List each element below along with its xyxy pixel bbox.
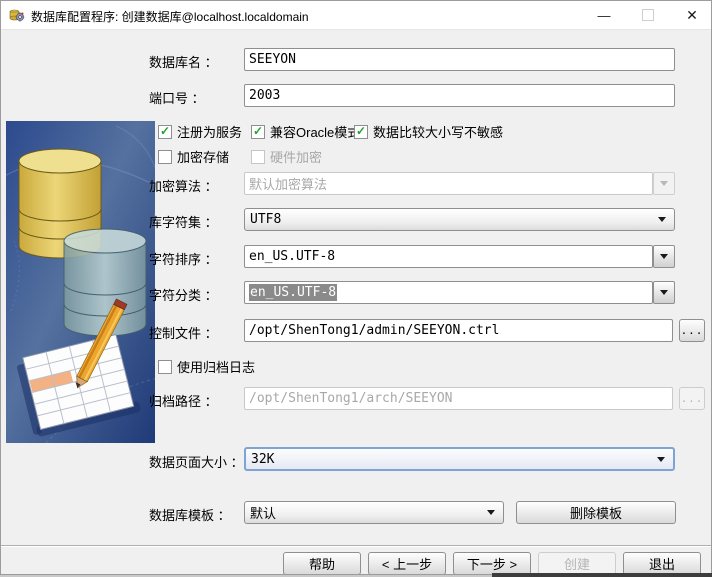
exit-button[interactable]: 退出 bbox=[623, 552, 701, 575]
next-step-label: 下一步 > bbox=[467, 554, 517, 573]
delete-template-label: 删除模板 bbox=[570, 503, 622, 522]
minimize-button[interactable]: — bbox=[583, 1, 625, 29]
page-size-value: 32K bbox=[251, 452, 274, 467]
exit-label: 退出 bbox=[649, 554, 675, 573]
ctype-label: 字符分类 ： bbox=[149, 285, 218, 304]
page-size-label: 数据页面大小 ： bbox=[149, 452, 244, 471]
ctype-value-selected: en_US.UTF-8 bbox=[249, 284, 337, 301]
dropdown-arrow-icon bbox=[657, 457, 665, 462]
checkbox-label: 数据比较大小写不敏感 bbox=[373, 122, 503, 141]
template-label: 数据库模板 ： bbox=[149, 505, 231, 524]
dropdown-arrow-icon bbox=[660, 290, 668, 295]
checkbox-encrypted-storage[interactable]: 加密存储 bbox=[158, 147, 229, 166]
charset-label: 库字符集 ： bbox=[149, 212, 218, 231]
dialog-window: 数据库配置程序: 创建数据库@localhost.localdomain — ✕ bbox=[0, 0, 712, 575]
titlebar[interactable]: 数据库配置程序: 创建数据库@localhost.localdomain — ✕ bbox=[1, 1, 711, 30]
ctype-dropdown-button[interactable] bbox=[653, 281, 675, 304]
control-file-input[interactable] bbox=[244, 319, 673, 342]
port-label: 端口号 ： bbox=[149, 88, 205, 107]
window-title: 数据库配置程序: 创建数据库@localhost.localdomain bbox=[31, 8, 309, 25]
collate-label: 字符排序 ： bbox=[149, 249, 218, 268]
app-icon bbox=[9, 7, 25, 23]
checkbox-unchecked-icon bbox=[158, 360, 172, 374]
checkbox-archive-log[interactable]: 使用归档日志 bbox=[158, 357, 255, 376]
dropdown-arrow-icon bbox=[660, 254, 668, 259]
checkbox-label: 兼容Oracle模式 bbox=[270, 122, 360, 141]
dropdown-arrow-icon bbox=[487, 510, 495, 515]
maximize-icon bbox=[642, 9, 654, 21]
checkbox-case-insensitive[interactable]: 数据比较大小写不敏感 bbox=[354, 122, 503, 141]
charset-combo[interactable]: UTF8 bbox=[244, 208, 675, 231]
maximize-button bbox=[627, 1, 669, 29]
checkbox-hardware-encrypt: 硬件加密 bbox=[251, 147, 322, 166]
encrypt-algo-combo: 默认加密算法 bbox=[244, 172, 653, 195]
collate-dropdown-button[interactable] bbox=[653, 245, 675, 268]
archive-path-input bbox=[244, 387, 673, 410]
db-name-label: 数据库名 ： bbox=[149, 52, 218, 71]
create-button: 创建 bbox=[538, 552, 616, 575]
checkbox-oracle-mode[interactable]: 兼容Oracle模式 bbox=[251, 122, 360, 141]
delete-template-button[interactable]: 删除模板 bbox=[516, 501, 676, 524]
background-taskbar-sliver bbox=[492, 573, 712, 577]
checkbox-label: 硬件加密 bbox=[270, 147, 322, 166]
help-label: 帮助 bbox=[309, 554, 335, 573]
checkbox-label: 使用归档日志 bbox=[177, 357, 255, 376]
page-size-combo[interactable]: 32K bbox=[244, 447, 675, 471]
ellipsis-icon: ... bbox=[681, 324, 704, 337]
checkbox-checked-icon bbox=[251, 125, 265, 139]
checkbox-unchecked-icon bbox=[251, 150, 265, 164]
archive-path-label: 归档路径 ： bbox=[149, 391, 218, 410]
encrypt-algo-dropdown-button bbox=[653, 172, 675, 195]
template-combo[interactable]: 默认 bbox=[244, 501, 504, 524]
help-button[interactable]: 帮助 bbox=[283, 552, 361, 575]
ellipsis-icon: ... bbox=[681, 392, 704, 405]
port-input[interactable] bbox=[244, 84, 675, 107]
checkbox-unchecked-icon bbox=[158, 150, 172, 164]
database-illustration-image bbox=[6, 121, 155, 443]
close-icon: ✕ bbox=[686, 7, 698, 24]
create-label: 创建 bbox=[564, 554, 590, 573]
checkbox-register-service[interactable]: 注册为服务 bbox=[158, 122, 242, 141]
checkbox-label: 加密存储 bbox=[177, 147, 229, 166]
control-file-label: 控制文件 ： bbox=[149, 323, 218, 342]
checkbox-checked-icon bbox=[354, 125, 368, 139]
prev-step-label: < 上一步 bbox=[382, 554, 432, 573]
db-name-input[interactable] bbox=[244, 48, 675, 71]
encrypt-algo-label: 加密算法 ： bbox=[149, 176, 218, 195]
charset-value: UTF8 bbox=[250, 212, 281, 227]
prev-step-button[interactable]: < 上一步 bbox=[368, 552, 446, 575]
template-value: 默认 bbox=[250, 503, 276, 522]
collate-combo[interactable]: en_US.UTF-8 bbox=[244, 245, 653, 268]
minimize-icon: — bbox=[598, 8, 611, 23]
checkbox-label: 注册为服务 bbox=[177, 122, 242, 141]
checkbox-checked-icon bbox=[158, 125, 172, 139]
close-button[interactable]: ✕ bbox=[671, 1, 712, 29]
encrypt-algo-value: 默认加密算法 bbox=[249, 174, 327, 193]
dropdown-arrow-icon bbox=[660, 181, 668, 186]
separator bbox=[1, 545, 711, 547]
collate-value: en_US.UTF-8 bbox=[249, 249, 335, 264]
ctype-combo[interactable]: en_US.UTF-8 bbox=[244, 281, 653, 304]
control-file-browse-button[interactable]: ... bbox=[679, 319, 705, 342]
next-step-button[interactable]: 下一步 > bbox=[453, 552, 531, 575]
dropdown-arrow-icon bbox=[658, 217, 666, 222]
archive-path-browse-button: ... bbox=[679, 387, 705, 410]
